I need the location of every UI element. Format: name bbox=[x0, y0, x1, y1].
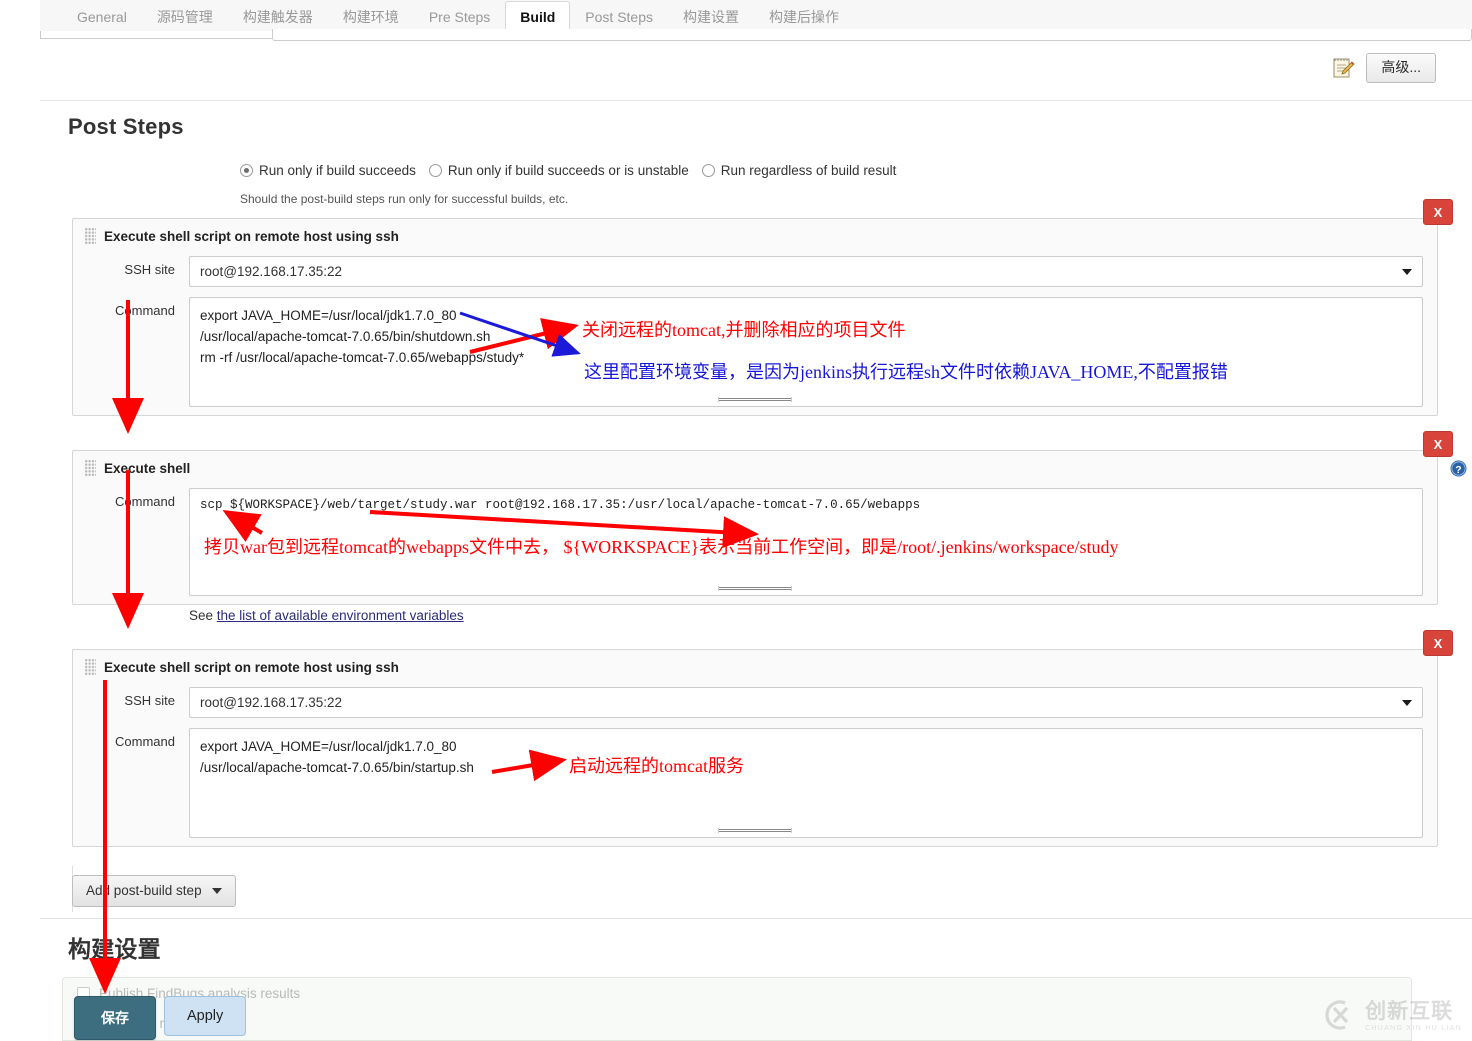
command-row: Command export JAVA_HOME=/usr/local/jdk1… bbox=[73, 295, 1437, 415]
radio-dot-icon[interactable] bbox=[240, 164, 253, 177]
section-divider-build-settings bbox=[40, 918, 1472, 919]
cx-logo-icon bbox=[1321, 998, 1357, 1035]
radio-option-1[interactable]: Run only if build succeeds or is unstabl… bbox=[428, 163, 689, 178]
step-header: Execute shell script on remote host usin… bbox=[73, 219, 1437, 254]
add-post-build-step-label: Add post-build step bbox=[86, 883, 202, 898]
command-label: Command bbox=[115, 734, 175, 749]
textarea-resize-grip[interactable] bbox=[718, 828, 792, 833]
advanced-button[interactable]: 高级... bbox=[1366, 53, 1436, 83]
truncated-form-row bbox=[40, 29, 1472, 45]
textarea-resize-grip[interactable] bbox=[718, 397, 792, 402]
advanced-toolbar: 高级... bbox=[1331, 53, 1436, 83]
env-variables-hint: See the list of available environment va… bbox=[189, 608, 464, 623]
command-row: Command scp ${WORKSPACE}/web/target/stud… bbox=[73, 486, 1437, 604]
step-header: Execute shell script on remote host usin… bbox=[73, 650, 1437, 685]
delete-step-button[interactable]: X bbox=[1423, 431, 1453, 457]
command-label: Command bbox=[115, 303, 175, 318]
page-left-gutter bbox=[0, 0, 40, 1041]
command-textarea[interactable]: scp ${WORKSPACE}/web/target/study.war ro… bbox=[189, 488, 1423, 596]
env-variables-link[interactable]: the list of available environment variab… bbox=[217, 608, 464, 623]
add-post-build-step-button[interactable]: Add post-build step bbox=[72, 875, 236, 907]
radio-option-2[interactable]: Run regardless of build result bbox=[701, 163, 897, 178]
step-header: Execute shell bbox=[73, 451, 1437, 486]
radio-label: Run regardless of build result bbox=[720, 163, 897, 178]
ssh-site-value: root@192.168.17.35:22 bbox=[200, 695, 343, 710]
build-step-ssh-startup: X Execute shell script on remote host us… bbox=[72, 630, 1453, 847]
ssh-site-row: SSH site root@192.168.17.35:22 bbox=[73, 685, 1437, 726]
textarea-resize-grip[interactable] bbox=[718, 586, 792, 591]
build-step-ssh-shutdown: X Execute shell script on remote host us… bbox=[72, 199, 1453, 416]
ssh-site-row: SSH site root@192.168.17.35:22 bbox=[73, 254, 1437, 295]
ssh-site-select[interactable]: root@192.168.17.35:22 bbox=[189, 256, 1423, 287]
step-title: Execute shell script on remote host usin… bbox=[104, 660, 399, 675]
radio-label: Run only if build succeeds bbox=[259, 163, 416, 178]
save-button[interactable]: 保存 bbox=[74, 996, 156, 1040]
ssh-site-value: root@192.168.17.35:22 bbox=[200, 264, 343, 279]
drag-handle-icon[interactable] bbox=[85, 228, 96, 245]
delete-step-button[interactable]: X bbox=[1423, 199, 1453, 225]
build-settings-heading: 构建设置 bbox=[68, 936, 161, 962]
command-textarea[interactable]: export JAVA_HOME=/usr/local/jdk1.7.0_80 … bbox=[189, 728, 1423, 838]
truncated-field-right bbox=[272, 29, 1472, 41]
step-title: Execute shell script on remote host usin… bbox=[104, 229, 399, 244]
question-mark-help-icon[interactable]: ? bbox=[1449, 459, 1468, 478]
build-step-execute-shell: X ? Execute shell Command scp ${WORKSPAC… bbox=[72, 431, 1468, 605]
notepad-pencil-icon bbox=[1331, 56, 1355, 80]
command-label: Command bbox=[115, 494, 175, 509]
command-row: Command export JAVA_HOME=/usr/local/jdk1… bbox=[73, 726, 1437, 846]
radio-option-0[interactable]: Run only if build succeeds bbox=[240, 163, 416, 178]
build-settings-panel: Publish FindBugs analysis results Publis… bbox=[62, 977, 1412, 1041]
apply-button[interactable]: Apply bbox=[164, 996, 247, 1036]
delete-step-button[interactable]: X bbox=[1423, 630, 1453, 656]
command-textarea[interactable]: export JAVA_HOME=/usr/local/jdk1.7.0_80 … bbox=[189, 297, 1423, 407]
post-steps-radio-group: Run only if build succeeds Run only if bu… bbox=[240, 163, 896, 178]
radio-label: Run only if build succeeds or is unstabl… bbox=[447, 163, 689, 178]
watermark: 创新互联 CHUANG XIN HU LIAN bbox=[1321, 998, 1462, 1035]
ssh-site-select[interactable]: root@192.168.17.35:22 bbox=[189, 687, 1423, 718]
watermark-en: CHUANG XIN HU LIAN bbox=[1365, 1025, 1462, 1032]
chevron-down-icon bbox=[1402, 699, 1412, 706]
section-divider-top bbox=[40, 100, 1472, 101]
watermark-cn: 创新互联 bbox=[1365, 1000, 1454, 1023]
chevron-down-icon bbox=[211, 887, 222, 894]
tab-general[interactable]: General bbox=[62, 1, 142, 34]
radio-dot-icon[interactable] bbox=[701, 164, 715, 177]
form-action-bar: 保存 Apply bbox=[74, 996, 247, 1040]
svg-text:?: ? bbox=[1455, 465, 1461, 476]
chevron-down-icon bbox=[1402, 268, 1412, 275]
drag-handle-icon[interactable] bbox=[85, 659, 96, 676]
post-steps-heading: Post Steps bbox=[68, 114, 184, 139]
post-steps-help-text: Should the post-build steps run only for… bbox=[240, 192, 569, 206]
radio-dot-icon[interactable] bbox=[428, 164, 442, 177]
env-hint-prefix: See bbox=[189, 608, 217, 623]
ssh-site-label: SSH site bbox=[124, 262, 175, 277]
drag-handle-icon[interactable] bbox=[85, 460, 96, 477]
step-title: Execute shell bbox=[104, 461, 191, 476]
tab-源码管理[interactable]: 源码管理 bbox=[142, 1, 228, 34]
ssh-site-label: SSH site bbox=[124, 693, 175, 708]
